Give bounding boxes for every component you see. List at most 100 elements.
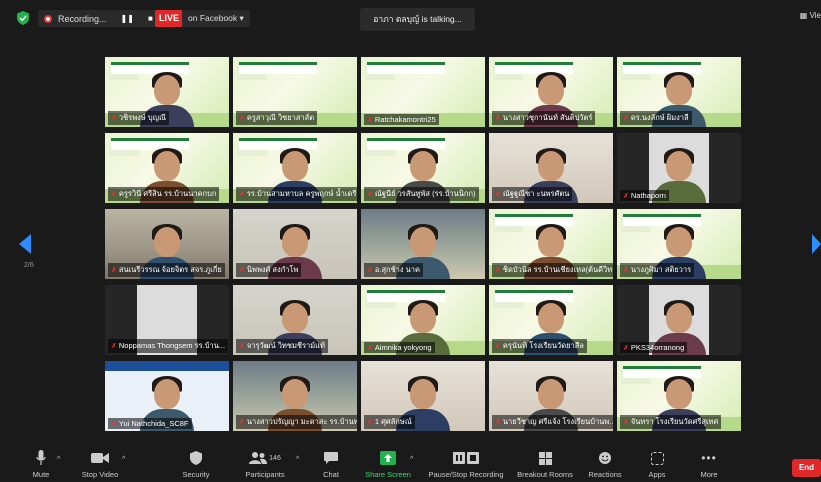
participants-button[interactable]: 146 Participants	[240, 446, 290, 482]
participant-video-tile[interactable]: ✗ Yui Nathchida_SC8F	[105, 361, 229, 431]
muted-microphone-icon: ✗	[623, 267, 629, 274]
participant-video-tile[interactable]: ✗ ครุนันทิ โรงเรียนวัดยาสีล	[489, 285, 613, 355]
apps-button[interactable]: Apps	[644, 446, 670, 482]
participant-name: PKS34orranong	[630, 343, 685, 352]
participant-name: ครูสาวุณี วิชยาสาส์ต	[246, 113, 315, 122]
view-button[interactable]: ▦ Vie	[800, 11, 821, 20]
participant-name-label: ✗ Nathaporn	[620, 190, 669, 201]
muted-microphone-icon: ✗	[495, 191, 501, 198]
muted-microphone-icon: ✗	[495, 115, 501, 122]
mute-label: Mute	[32, 470, 50, 479]
next-page-arrow-icon[interactable]	[812, 233, 821, 255]
muted-microphone-icon: ✗	[623, 344, 629, 352]
muted-microphone-icon: ✗	[367, 191, 373, 198]
participant-name-label: ✗ 1 ศุศลักษณ์	[364, 415, 415, 429]
participant-video-tile[interactable]: ✗ PKS34orranong	[617, 285, 741, 355]
participant-name: สนเนรีวรรณ จ้อยจิตร สจร.ภูเกี่ย	[118, 265, 222, 274]
muted-microphone-icon: ✗	[623, 192, 629, 200]
participant-name-label: ✗ นิพพงศ์ สงกำโพ	[236, 263, 302, 277]
participant-video-tile[interactable]: ✗ Noppamas Thongsem รร.บ้าน...	[105, 285, 229, 355]
participant-video-tile[interactable]: ✗ อ.สุกช้าง นาค	[361, 209, 485, 279]
participant-name-label: ✗ ครูรวินี ศรีสิน รร.บ้านนาคกบก	[108, 187, 220, 201]
participant-video-tile[interactable]: ✗ Aimnika yokyong	[361, 285, 485, 355]
audio-options-chevron-icon[interactable]: ^	[57, 456, 60, 463]
breakout-rooms-label: Breakout Rooms	[517, 470, 573, 479]
mute-button[interactable]: Mute	[26, 446, 56, 482]
participant-name-label: ✗ นางสาวปรัญญา มะดาสะ รร.บ้านพ...	[236, 415, 357, 429]
share-screen-icon	[380, 451, 396, 465]
participant-name: Nathaporn	[630, 191, 666, 200]
active-speaker-indicator: อาภา ตลบุญ์ is talking...	[360, 8, 475, 31]
muted-microphone-icon: ✗	[367, 419, 373, 426]
muted-microphone-icon: ✗	[111, 343, 117, 350]
participants-options-chevron-icon[interactable]: ^	[296, 456, 299, 463]
participant-video-tile[interactable]: ✗ Ratchakamontri25	[361, 57, 485, 127]
shield-icon[interactable]	[17, 11, 29, 25]
participant-name-label: ✗ นางสาวชุกานันท์ สันติปวัตร์	[492, 111, 596, 125]
stop-video-label: Stop Video	[81, 470, 119, 479]
pause-stop-recording-button[interactable]: Pause/Stop Recording	[426, 446, 506, 482]
pause-stop-recording-label: Pause/Stop Recording	[428, 470, 504, 479]
more-label: More	[700, 470, 718, 479]
participant-name-label: ✗ จันทรา โรงเรียนวัดศรีสุเทศ	[620, 415, 722, 429]
reactions-button[interactable]: Reactions	[586, 446, 624, 482]
muted-microphone-icon: ✗	[495, 419, 501, 426]
participant-video-tile[interactable]: ✗ จารุวัฒน์ วิทชมชีราม์แท้	[233, 285, 357, 355]
participant-video-tile[interactable]: ✗ นายวีชาญ ศรีแจ้ง โรงเรียนบ้านพ...	[489, 361, 613, 431]
participant-video-tile[interactable]: ✗ 1 ศุศลักษณ์	[361, 361, 485, 431]
stop-video-button[interactable]: Stop Video	[78, 446, 122, 482]
participant-video-tile[interactable]: ✗ นางภูศิมา สติยวาร	[617, 209, 741, 279]
share-screen-button[interactable]: Share Screen	[364, 446, 412, 482]
participant-video-tile[interactable]: ✗ นางสาวชุกานันท์ สันติปวัตร์	[489, 57, 613, 127]
participant-video-tile[interactable]: ✗ จันทรา โรงเรียนวัดศรีสุเทศ	[617, 361, 741, 431]
participant-video-tile[interactable]: ✗ ครูรวินี ศรีสิน รร.บ้านนาคกบก	[105, 133, 229, 203]
pause-stop-icon	[453, 452, 479, 464]
chat-label: Chat	[323, 470, 339, 479]
smiley-icon	[599, 452, 611, 464]
share-screen-label: Share Screen	[365, 470, 411, 479]
live-on-facebook-dropdown[interactable]: on Facebook ▾	[182, 10, 250, 27]
more-button[interactable]: ••• More	[696, 446, 722, 482]
chat-button[interactable]: Chat	[318, 446, 344, 482]
pause-recording-icon[interactable]: ❚❚	[121, 14, 134, 23]
security-button[interactable]: Security	[178, 446, 214, 482]
participant-name-label: ✗ รร.บ้านสามหาบล ครูพฤกษ์ น้ำเดรี	[236, 187, 357, 201]
virtual-background-header	[105, 361, 229, 371]
participant-name-label: ✗ ณัฐฐูณีชา ะนพรศัตน	[492, 187, 573, 201]
participant-video-tile[interactable]: ✗ วชิรพงษ์ บุญณี	[105, 57, 229, 127]
muted-microphone-icon: ✗	[111, 191, 117, 198]
muted-microphone-icon: ✗	[367, 116, 373, 124]
participant-video-tile[interactable]: ✗ ดร.นงลักษ์ ผิมงาลี	[617, 57, 741, 127]
stop-recording-icon[interactable]: ■	[148, 14, 153, 23]
participant-name-label: ✗ Ratchakamontri25	[364, 114, 439, 125]
participant-video-tile[interactable]: ✗ รร.บ้านสามหาบล ครูพฤกษ์ น้ำเดรี	[233, 133, 357, 203]
participant-name-label: ✗ Aimnika yokyong	[364, 342, 435, 353]
muted-microphone-icon: ✗	[239, 191, 245, 198]
participant-name: ครูรวินี ศรีสิน รร.บ้านนาคกบก	[118, 189, 217, 198]
participant-video-tile[interactable]: ✗ ครูสาวุณี วิชยาสาส์ต	[233, 57, 357, 127]
participant-video-tile[interactable]: ✗ ณัฐฐูณีชา ะนพรศัตน	[489, 133, 613, 203]
video-options-chevron-icon[interactable]: ^	[122, 456, 125, 463]
breakout-rooms-button[interactable]: Breakout Rooms	[514, 446, 576, 482]
participant-video-tile[interactable]: ✗ นางสาวปรัญญา มะดาสะ รร.บ้านพ...	[233, 361, 357, 431]
end-meeting-button[interactable]: End	[792, 459, 821, 477]
participant-video-tile[interactable]: ✗ นิพพงศ์ สงกำโพ	[233, 209, 357, 279]
participant-video-tile[interactable]: ✗ Nathaporn	[617, 133, 741, 203]
previous-page-arrow-icon[interactable]	[18, 233, 32, 255]
participant-name: ครุนันทิ โรงเรียนวัดยาสีล	[502, 341, 584, 350]
participant-name-label: ✗ ครูสาวุณี วิชยาสาส์ต	[236, 111, 318, 125]
participant-video-tile[interactable]: ✗ สนเนรีวรรณ จ้อยจิตร สจร.ภูเกี่ย	[105, 209, 229, 279]
participant-name-label: ✗ ชิดบัวนิล รร.บ้านเชียงเหล(ต้นดีวิทย์)	[492, 263, 613, 277]
participant-name-label: ✗ ครุนันทิ โรงเรียนวัดยาสีล	[492, 339, 587, 353]
participant-name: ณัฐฐูณีชา ะนพรศัตน	[502, 189, 570, 198]
participant-video-tile[interactable]: ✗ ชิดบัวนิล รร.บ้านเชียงเหล(ต้นดีวิทย์)	[489, 209, 613, 279]
participant-name: นางภูศิมา สติยวาร	[630, 265, 692, 274]
participant-name: รร.บ้านสามหาบล ครูพฤกษ์ น้ำเดรี	[246, 189, 357, 198]
muted-microphone-icon: ✗	[239, 419, 245, 426]
breakout-rooms-icon	[538, 451, 552, 465]
muted-microphone-icon: ✗	[111, 115, 117, 122]
participant-name: Aimnika yokyong	[374, 343, 432, 352]
participant-video-tile[interactable]: ✗ ณัฐนีย์ วรสันทูพัส (รร.บ้านนิกก)	[361, 133, 485, 203]
share-options-chevron-icon[interactable]: ^	[410, 456, 413, 463]
view-label: Vie	[809, 11, 821, 20]
